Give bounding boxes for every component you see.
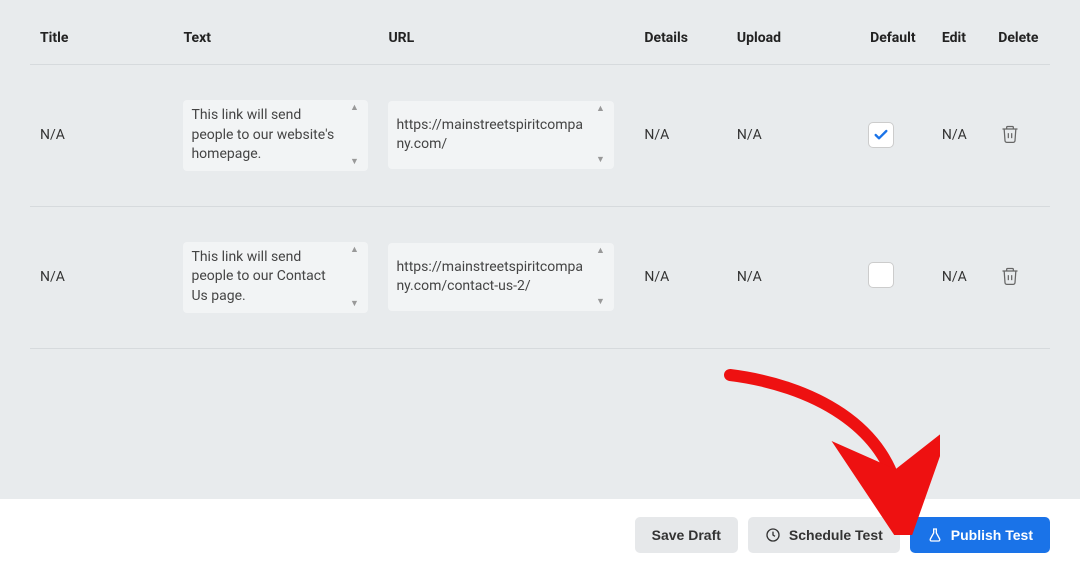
cell-title: N/A (30, 65, 173, 207)
cell-edit: N/A (932, 206, 988, 348)
chevron-down-icon[interactable]: ▼ (596, 298, 605, 307)
text-input[interactable]: This link will send people to our websit… (183, 100, 368, 171)
chevron-up-icon[interactable]: ▲ (350, 104, 359, 113)
save-draft-button[interactable]: Save Draft (635, 517, 738, 553)
text-value: This link will send people to our Contac… (191, 248, 342, 307)
trash-icon (1000, 266, 1020, 286)
check-icon (873, 127, 889, 143)
text-value: This link will send people to our websit… (191, 106, 342, 165)
scroll-control[interactable]: ▲ ▼ (592, 105, 608, 165)
delete-button[interactable] (998, 264, 1022, 288)
chevron-up-icon[interactable]: ▲ (596, 247, 605, 256)
th-title: Title (30, 0, 173, 65)
button-label: Schedule Test (789, 527, 883, 543)
cell-details: N/A (624, 65, 726, 207)
cell-edit: N/A (932, 65, 988, 207)
th-delete: Delete (988, 0, 1050, 65)
chevron-up-icon[interactable]: ▲ (350, 246, 359, 255)
chevron-down-icon[interactable]: ▼ (350, 158, 359, 167)
scroll-control[interactable]: ▲ ▼ (346, 246, 362, 309)
cell-upload: N/A (727, 65, 860, 207)
button-label: Save Draft (652, 527, 721, 543)
url-input[interactable]: https://mainstreetspiritcompany.com/ ▲ ▼ (388, 101, 614, 169)
table-container: Title Text URL Details Upload Default Ed… (0, 0, 1080, 349)
publish-test-button[interactable]: Publish Test (910, 517, 1050, 553)
button-label: Publish Test (951, 527, 1033, 543)
default-checkbox[interactable] (868, 262, 894, 288)
text-input[interactable]: This link will send people to our Contac… (183, 242, 368, 313)
variations-table: Title Text URL Details Upload Default Ed… (30, 0, 1050, 349)
th-details: Details (624, 0, 726, 65)
table-row: N/A This link will send people to our we… (30, 65, 1050, 207)
th-upload: Upload (727, 0, 860, 65)
scroll-control[interactable]: ▲ ▼ (592, 247, 608, 307)
clock-icon (765, 527, 781, 543)
th-default: Default (860, 0, 932, 65)
scroll-control[interactable]: ▲ ▼ (346, 104, 362, 167)
cell-details: N/A (624, 206, 726, 348)
url-value: https://mainstreetspiritcompany.com/ (396, 116, 588, 155)
delete-button[interactable] (998, 122, 1022, 146)
url-input[interactable]: https://mainstreetspiritcompany.com/cont… (388, 243, 614, 311)
cell-upload: N/A (727, 206, 860, 348)
chevron-down-icon[interactable]: ▼ (596, 156, 605, 165)
url-value: https://mainstreetspiritcompany.com/cont… (396, 258, 588, 297)
cell-title: N/A (30, 206, 173, 348)
table-row: N/A This link will send people to our Co… (30, 206, 1050, 348)
th-edit: Edit (932, 0, 988, 65)
chevron-up-icon[interactable]: ▲ (596, 105, 605, 114)
default-checkbox[interactable] (868, 122, 894, 148)
chevron-down-icon[interactable]: ▼ (350, 300, 359, 309)
trash-icon (1000, 124, 1020, 144)
schedule-test-button[interactable]: Schedule Test (748, 517, 900, 553)
footer-bar: Save Draft Schedule Test Publish Test (0, 499, 1080, 571)
flask-icon (927, 527, 943, 543)
th-url: URL (378, 0, 624, 65)
th-text: Text (173, 0, 378, 65)
